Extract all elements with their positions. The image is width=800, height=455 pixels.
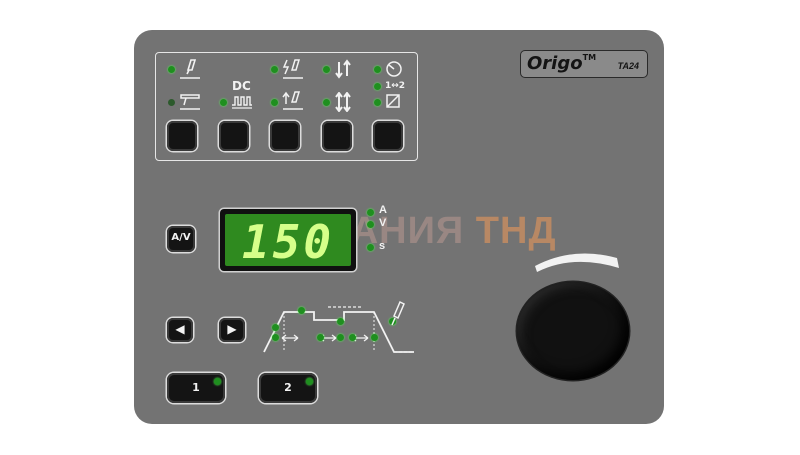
led-base-current — [337, 334, 344, 341]
unit-amps: A — [379, 204, 387, 216]
display-value: 150 — [241, 215, 335, 269]
led-memory-2 — [306, 378, 313, 385]
led-memory-switch — [374, 83, 381, 90]
led-pre-gas — [272, 324, 279, 331]
remote-control-icon — [386, 61, 402, 77]
process-select-button[interactable] — [167, 121, 197, 151]
spot-icon — [386, 94, 400, 108]
4-stroke-icon — [335, 92, 351, 112]
pulse-icon — [232, 96, 252, 109]
brand-name: OrigoTM — [527, 53, 597, 74]
led-dc-pulse — [220, 99, 227, 106]
led-hf — [271, 66, 278, 73]
led-lift — [271, 99, 278, 106]
led-tig — [168, 66, 175, 73]
memory-switch-label: 1↔2 — [385, 81, 406, 91]
ignition-select-button[interactable] — [270, 121, 300, 151]
led-upslope — [298, 307, 305, 314]
led-mma — [168, 99, 175, 106]
led-start-current — [272, 334, 279, 341]
param-left-button[interactable]: ◀ — [167, 318, 193, 342]
led-volts — [367, 221, 374, 228]
dc-label: DC — [232, 79, 251, 93]
lift-arc-icon — [282, 91, 303, 110]
hf-ignition-icon — [282, 59, 303, 79]
mma-electrode-icon — [180, 94, 200, 110]
knob-rotation-arc — [535, 253, 619, 272]
tig-torch-icon — [180, 59, 200, 79]
unit-seconds: s — [379, 240, 386, 252]
left-arrow-icon: ◀ — [175, 322, 185, 336]
2-stroke-icon — [335, 59, 351, 79]
led-seconds — [367, 244, 374, 251]
led-main-current — [337, 318, 344, 325]
led-2t — [323, 66, 330, 73]
av-button-label: A/V — [171, 232, 191, 243]
led-pulse-freq — [317, 334, 324, 341]
led-amps — [367, 209, 374, 216]
led-spot — [374, 99, 381, 106]
led-remote — [374, 66, 381, 73]
led-4t — [323, 99, 330, 106]
torch-post-gas-icon — [391, 300, 405, 326]
adjust-knob[interactable] — [517, 282, 629, 380]
digital-display: 150 — [220, 209, 356, 271]
brand-badge: OrigoTM TA24 — [520, 50, 648, 78]
led-pulse-width — [349, 334, 356, 341]
av-toggle-button[interactable]: A/V — [167, 226, 195, 252]
trademark-mark: TM — [582, 53, 597, 62]
pulse-select-button[interactable] — [219, 121, 249, 151]
led-downslope — [371, 334, 378, 341]
unit-volts: V — [379, 217, 387, 229]
display-screen: 150 — [225, 214, 351, 269]
param-right-button[interactable]: ▶ — [219, 318, 245, 342]
right-arrow-icon: ▶ — [227, 322, 237, 336]
trigger-mode-button[interactable] — [322, 121, 352, 151]
model-label: TA24 — [617, 61, 639, 71]
control-mode-button[interactable] — [373, 121, 403, 151]
led-memory-1 — [214, 378, 221, 385]
